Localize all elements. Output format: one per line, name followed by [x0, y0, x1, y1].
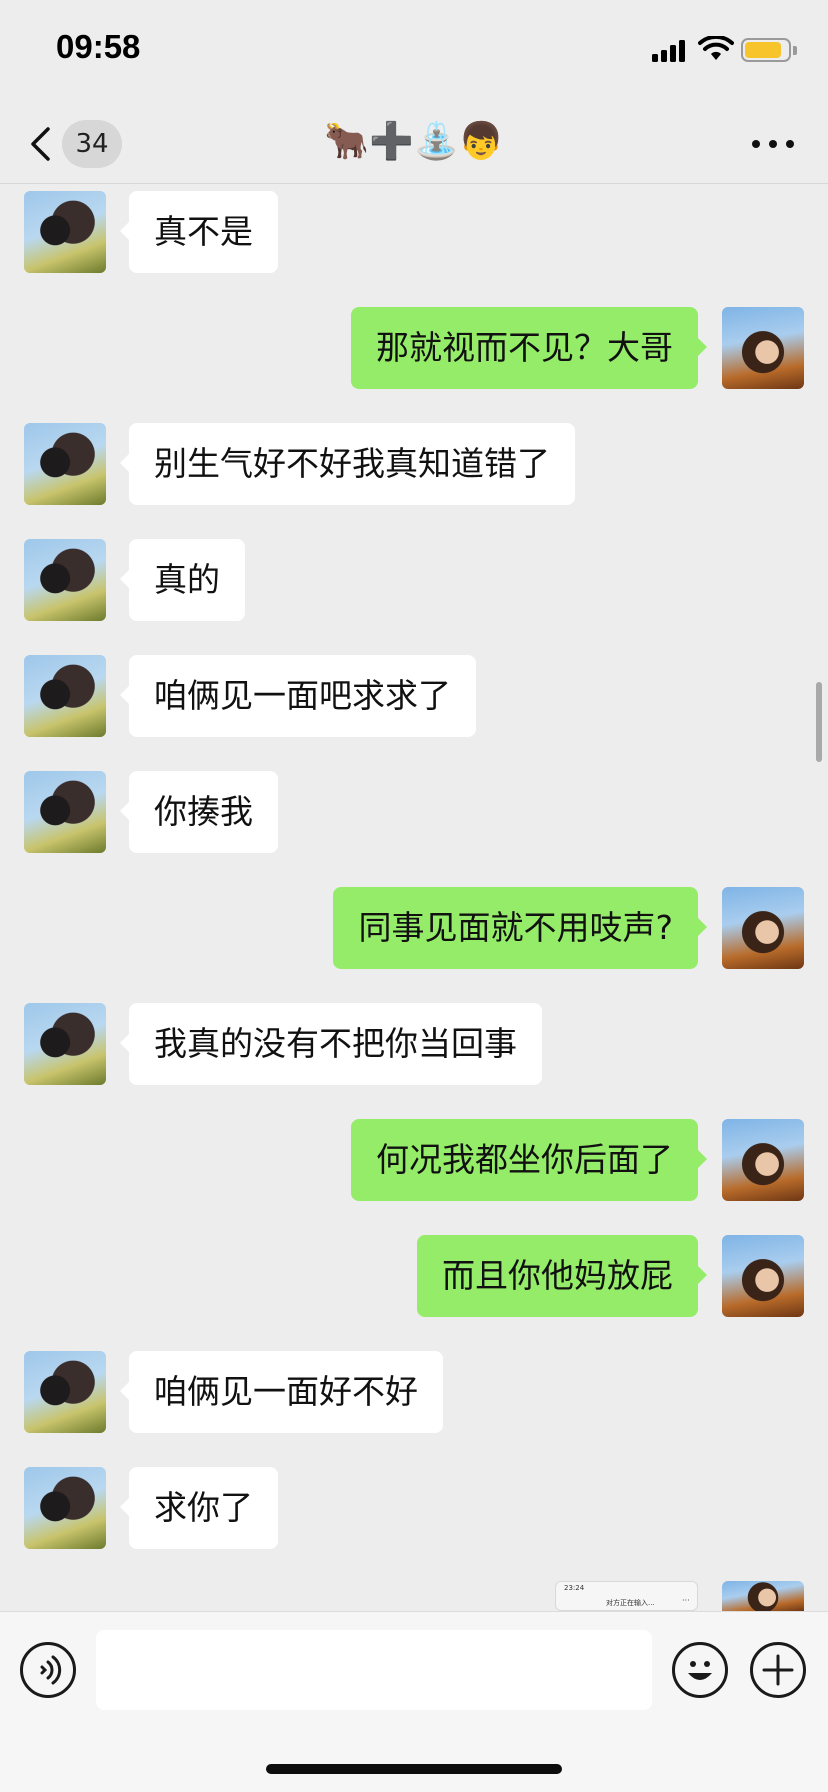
sent-message-bubble[interactable]: 那就视而不见？大哥 — [351, 307, 707, 389]
received-message-bubble[interactable]: 别生气好不好我真知道错了 — [120, 423, 575, 505]
thumb-typing-text: 对方正在输入... — [606, 1599, 655, 1607]
battery-icon — [741, 38, 791, 62]
message-row: 同事见面就不用吱声? — [0, 887, 828, 971]
my-avatar[interactable] — [722, 307, 804, 389]
sent-message-bubble[interactable]: 同事见面就不用吱声? — [333, 887, 707, 969]
message-row: 而且你他妈放屁 — [0, 1235, 828, 1319]
plus-icon — [762, 1654, 794, 1686]
message-list[interactable]: 真不是 那就视而不见？大哥别生气好不好我真知道错了 真的咱俩见一面吧求求了 你揍我 同事… — [0, 185, 828, 1611]
message-row: 真的 — [0, 539, 828, 623]
message-row: 你揍我 — [0, 771, 828, 855]
my-avatar[interactable] — [722, 1235, 804, 1317]
message-row: 别生气好不好我真知道错了 — [0, 423, 828, 507]
sent-message-bubble[interactable]: 何况我都坐你后面了 — [351, 1119, 707, 1201]
received-message-bubble[interactable]: 咱俩见一面好不好 — [120, 1351, 443, 1433]
status-bar: 09:58 — [0, 0, 828, 100]
unread-count-badge: 34 — [62, 120, 122, 168]
contact-avatar[interactable] — [24, 1351, 106, 1433]
thumb-time: 23:24 — [564, 1584, 585, 1592]
received-message-bubble[interactable]: 咱俩见一面吧求求了 — [120, 655, 476, 737]
message-row: 咱俩见一面好不好 — [0, 1351, 828, 1435]
chat-header: 34 🐂➕⛲👦 — [0, 100, 828, 184]
thumb-ellipsis-icon: ··· — [682, 1596, 690, 1605]
contact-avatar[interactable] — [24, 539, 106, 621]
more-options-button[interactable] — [748, 124, 798, 164]
contact-avatar[interactable] — [24, 1467, 106, 1549]
plus-button[interactable] — [750, 1642, 806, 1698]
emoji-icon — [688, 1661, 712, 1680]
contact-avatar[interactable] — [24, 423, 106, 505]
scrollbar[interactable] — [816, 682, 822, 762]
received-message-bubble[interactable]: 求你了 — [120, 1467, 278, 1549]
battery-cap — [793, 46, 797, 55]
my-avatar[interactable] — [722, 1119, 804, 1201]
contact-avatar[interactable] — [24, 655, 106, 737]
message-input[interactable] — [96, 1630, 652, 1710]
ellipsis-icon — [752, 140, 760, 148]
emoji-button[interactable] — [672, 1642, 728, 1698]
message-row: 真不是 — [0, 191, 828, 275]
message-row: 何况我都坐你后面了 — [0, 1119, 828, 1203]
my-avatar[interactable] — [722, 1581, 804, 1611]
wifi-icon — [698, 36, 734, 60]
message-row: 我真的没有不把你当回事 — [0, 1003, 828, 1087]
back-button[interactable]: 34 — [24, 118, 134, 170]
image-message[interactable]: 23:24 对方正在输入... ··· — [555, 1581, 698, 1611]
home-indicator[interactable] — [266, 1764, 562, 1774]
contact-avatar[interactable] — [24, 191, 106, 273]
received-message-bubble[interactable]: 你揍我 — [120, 771, 278, 853]
received-message-bubble[interactable]: 我真的没有不把你当回事 — [120, 1003, 542, 1085]
voice-button[interactable] — [20, 1642, 76, 1698]
message-row: 求你了 — [0, 1467, 828, 1551]
contact-avatar[interactable] — [24, 771, 106, 853]
message-row: 咱俩见一面吧求求了 — [0, 655, 828, 739]
message-row: 那就视而不见？大哥 — [0, 307, 828, 391]
my-avatar[interactable] — [722, 887, 804, 969]
voice-icon — [40, 1655, 62, 1685]
status-time: 09:58 — [56, 28, 141, 65]
cellular-signal-icon — [652, 40, 688, 62]
contact-avatar[interactable] — [24, 1003, 106, 1085]
sent-message-bubble[interactable]: 而且你他妈放屁 — [417, 1235, 707, 1317]
chevron-left-icon — [31, 127, 50, 161]
chat-title: 🐂➕⛲👦 — [324, 121, 504, 162]
received-message-bubble[interactable]: 真不是 — [120, 191, 278, 273]
battery-level — [745, 42, 781, 58]
received-message-bubble[interactable]: 真的 — [120, 539, 245, 621]
